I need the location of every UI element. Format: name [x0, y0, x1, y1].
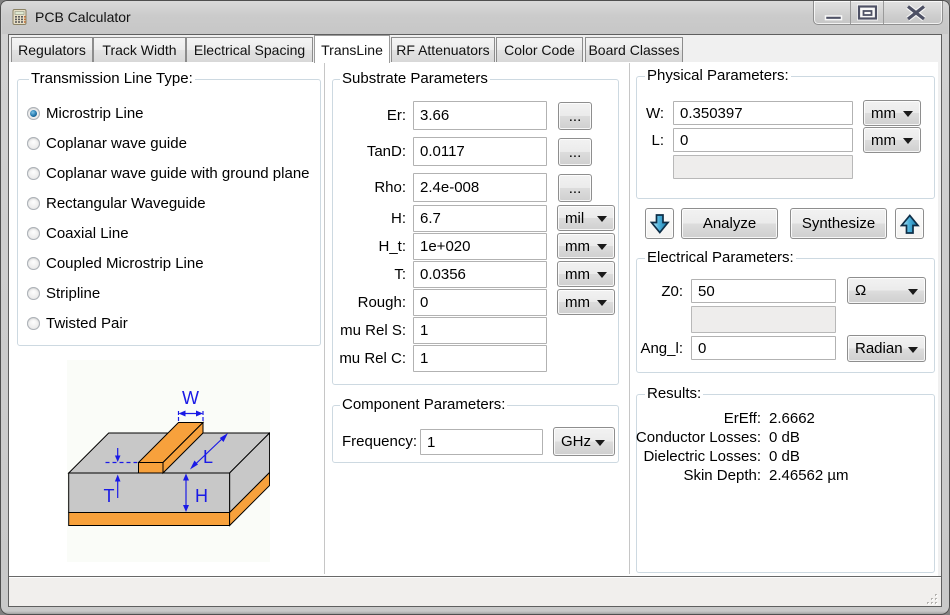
svg-text:W: W — [182, 388, 199, 408]
svg-text:T: T — [104, 486, 115, 506]
svg-text:L: L — [203, 447, 213, 467]
svg-text:H: H — [195, 486, 208, 506]
